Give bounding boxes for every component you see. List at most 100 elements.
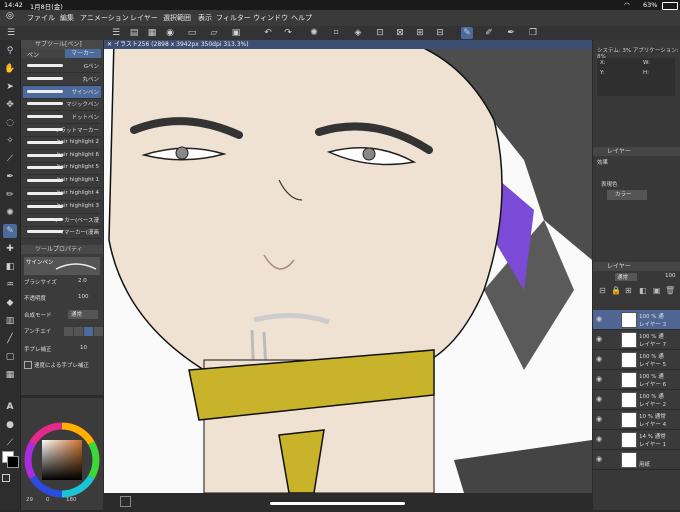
wand-icon[interactable]: ✧ [3,134,17,148]
menu-animation[interactable]: アニメーション [80,13,129,23]
ruler-icon[interactable]: ▦ [3,368,17,382]
undo-icon[interactable]: ↶ [262,27,274,39]
layer-row[interactable]: ◉ 10 % 通常 レイヤー 4 [593,410,680,430]
layer-row[interactable]: ◉ 100 % 通レイヤー 5 [593,350,680,370]
text-icon[interactable]: A [3,400,17,414]
mask-icon[interactable]: ◧ [639,286,647,295]
expression-select[interactable]: カラー [607,190,647,200]
menu-layer[interactable]: レイヤー [130,13,158,23]
gradient-icon[interactable]: ▥ [3,314,17,328]
move-icon[interactable]: ✥ [3,98,17,112]
ref-icon[interactable]: ⊞ [625,286,632,295]
layer-row[interactable]: ◉ 100 % 通レイヤー 7 [593,330,680,350]
pen-icon[interactable]: ✒ [3,170,17,184]
brush-icon[interactable]: ✎ [3,224,17,238]
blend-row[interactable]: 合成モード 通常 [24,310,100,323]
grid-icon[interactable]: ▦ [146,27,158,39]
layer-row[interactable]: ◉ 100 % 通レイヤー 3 [593,310,680,330]
frame-icon[interactable]: ▢ [3,350,17,364]
brush-item[interactable]: hair highlight 5 [23,162,101,176]
crop-icon[interactable]: ⌗ [330,27,342,39]
lasso-icon[interactable]: ◌ [3,116,17,130]
record-icon[interactable]: ◉ [164,27,176,39]
new-file-icon[interactable]: ▭ [186,27,198,39]
eraser-mode-icon[interactable]: ✐ [483,27,495,39]
brush-item[interactable]: hair highlight 2 [23,137,101,150]
open-file-icon[interactable]: ▱ [208,27,220,39]
aa-medium-button[interactable] [84,327,93,336]
navigator-toggle-icon[interactable] [120,496,131,507]
brush-item[interactable]: マジックペン [23,98,101,112]
app-logo-icon[interactable]: ◎ [6,11,14,21]
close-canvas-icon[interactable]: ✕ [107,41,114,48]
speed-stab-row[interactable]: 速度による手ブレ補正 [24,361,100,373]
visibility-icon[interactable]: ◉ [596,315,604,323]
redo-icon[interactable]: ↷ [282,27,294,39]
color-wheel[interactable] [21,398,103,510]
new-layer-icon[interactable]: ▣ [653,286,661,295]
brush-item[interactable]: hair highlight 4 [23,188,101,201]
brush-item[interactable]: hair highlight 6 [23,150,101,163]
brush-item[interactable]: マーカー(ベース漫 [23,214,101,227]
menu-selection[interactable]: 選択範囲 [163,13,191,23]
brush-item[interactable]: hair highlight 1 [23,175,101,189]
pencil-icon[interactable]: ✏ [3,188,17,202]
menu-view[interactable]: 表示 [198,13,212,23]
deselect-icon[interactable]: ⊡ [374,27,386,39]
menu-filter[interactable]: フィルター [216,13,251,23]
visibility-icon[interactable]: ◉ [596,455,604,463]
balloon-icon[interactable]: ● [3,418,17,432]
brush-mode-icon[interactable]: ✒ [505,27,517,39]
aa-none-button[interactable] [64,327,73,336]
visibility-icon[interactable]: ◉ [596,335,604,343]
spinner-icon[interactable]: ✺ [308,27,320,39]
eyedropper-icon[interactable]: ⟋ [3,152,17,166]
menu-edit[interactable]: 編集 [60,13,74,23]
select-icon[interactable]: ⊟ [434,27,446,39]
layers-icon[interactable]: ▤ [128,27,140,39]
hand-icon[interactable]: ✋ [3,62,17,76]
decoration-icon[interactable]: ✚ [3,242,17,256]
brush-size-row[interactable]: ブラシサイズ 2.0 [24,278,100,290]
invert-icon[interactable]: ⊠ [394,27,406,39]
fill-bucket-icon[interactable]: ◆ [3,296,17,310]
menu-file[interactable]: ファイル [27,13,55,23]
drawing-canvas[interactable] [104,40,592,493]
brush-item[interactable]: 丸ペン [23,73,101,86]
aa-weak-button[interactable] [74,327,83,336]
lock-icon[interactable]: 🔒 [611,286,621,295]
visibility-icon[interactable]: ◉ [596,395,604,403]
menu-help[interactable]: ヘルプ [291,13,312,23]
stabilization-row[interactable]: 手ブレ補正 10 [24,345,100,357]
layer-row[interactable]: ◉ 用紙 [593,450,680,470]
menu-window[interactable]: ウィンドウ [253,13,288,23]
figure-icon[interactable]: ╱ [3,332,17,346]
brush-item[interactable]: フラットマーカー [23,124,101,137]
clip-icon[interactable]: ⊟ [599,286,606,295]
blend-icon[interactable]: ♒ [3,278,17,292]
layer-opacity[interactable]: 100 [665,273,676,279]
brush-item[interactable]: ドットペン [23,111,101,125]
blend-select[interactable]: 通常 [68,310,98,319]
correct-line-icon[interactable]: ⟋ [3,436,17,450]
brush-item[interactable]: Gペン [23,60,101,73]
visibility-icon[interactable]: ◉ [596,415,604,423]
opacity-row[interactable]: 不透明度 100 [24,294,100,306]
copy-icon[interactable]: ❐ [527,27,539,39]
pen-mode-icon[interactable]: ✎ [461,27,473,39]
save-icon[interactable]: ▣ [230,27,242,39]
operation-icon[interactable]: ➤ [3,80,17,94]
visibility-icon[interactable]: ◉ [596,355,604,363]
hamburger-icon[interactable]: ☰ [5,27,17,39]
speed-stab-checkbox[interactable] [24,361,32,369]
menu-icon[interactable]: ☰ [110,27,122,39]
home-indicator[interactable] [270,502,405,505]
visibility-icon[interactable]: ◉ [596,375,604,383]
transparent-swatch[interactable] [2,474,10,482]
antialias-row[interactable]: アンチエイ [24,327,103,339]
layer-row[interactable]: ◉ 14 % 通常 レイヤー 1 [593,430,680,450]
delete-layer-icon[interactable]: 🗑 [665,286,675,295]
brush-item[interactable]: サインペン [23,85,101,99]
layer-row[interactable]: ◉ 100 % 通レイヤー 6 [593,370,680,390]
visibility-icon[interactable]: ◉ [596,435,604,443]
